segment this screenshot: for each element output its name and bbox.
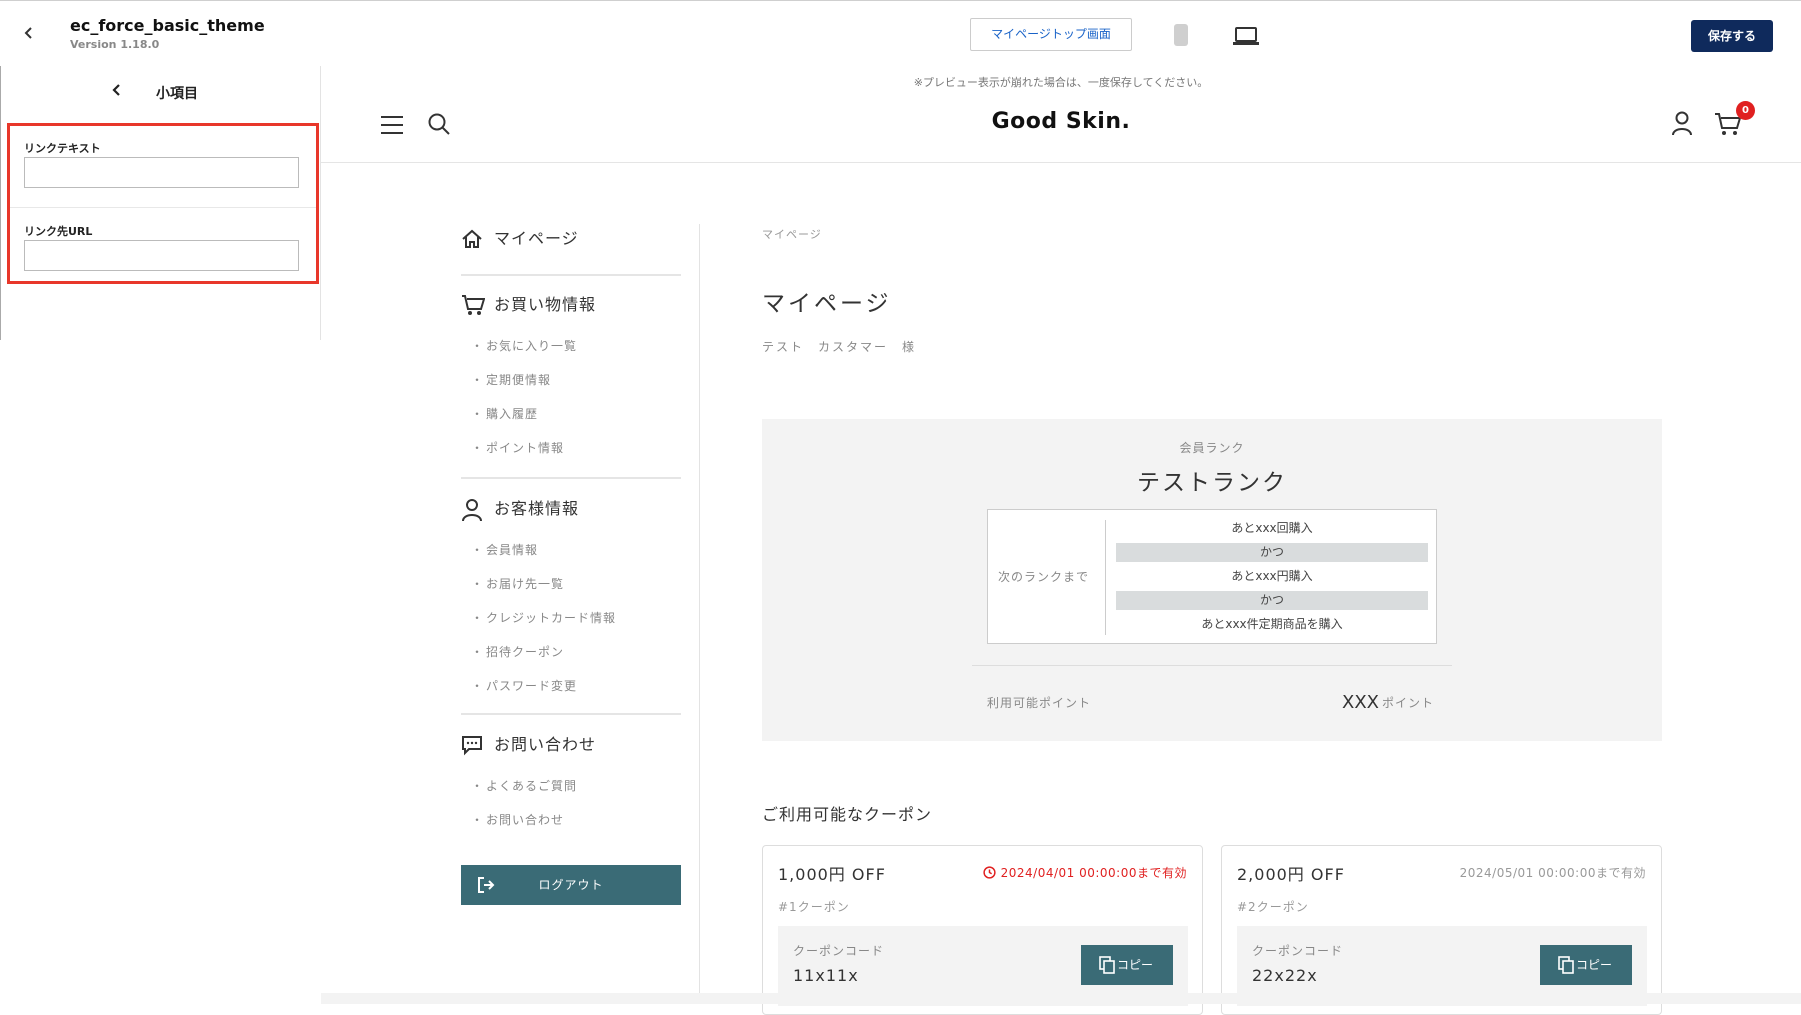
copy-label: コピー (1575, 958, 1612, 972)
person-icon (462, 499, 482, 522)
clock-icon (983, 866, 996, 879)
link-text-input[interactable] (24, 157, 299, 188)
copy-button[interactable]: コピー (1540, 945, 1632, 985)
content-divider (699, 224, 700, 993)
nav-item-order-history[interactable]: 購入履歴 (471, 405, 538, 422)
table-divider (1105, 520, 1106, 635)
coupon-code-label: クーポンコード (1252, 944, 1344, 958)
mobile-preview-icon[interactable] (1174, 24, 1188, 46)
copy-label: コピー (1116, 958, 1153, 972)
nav-divider (461, 713, 681, 715)
preview-notice: ※プレビュー表示が崩れた場合は、一度保存してください。 (913, 76, 1209, 89)
points-label: 利用可能ポイント (987, 696, 1092, 710)
nav-item-credit-card[interactable]: クレジットカード情報 (471, 609, 616, 626)
logout-button[interactable]: ログアウト (461, 865, 681, 905)
nav-item-password[interactable]: パスワード変更 (471, 677, 577, 694)
copy-icon (1558, 956, 1574, 974)
coupon-code: 11x11x (793, 966, 859, 985)
coupon-card: 2,000円 OFF 2024/05/01 00:00:00まで有効 #2クーポ… (1221, 845, 1662, 1015)
page-preview: ※プレビュー表示が崩れた場合は、一度保存してください。 Good Skin. 0… (321, 66, 1801, 1015)
nav-shopping-section: お買い物情報 (461, 290, 681, 320)
link-url-label: リンク先URL (24, 225, 93, 238)
cart-icon (462, 295, 485, 315)
page-title: マイページ (762, 291, 892, 317)
nav-item-invite-coupon[interactable]: 招待クーポン (471, 643, 564, 660)
coupon-number: #1クーポン (778, 900, 850, 914)
editor-topbar: ec_force_basic_theme Version 1.18.0 マイペー… (0, 0, 1801, 66)
rank-condition-and: かつ (1116, 591, 1428, 610)
preview-scroll-area (321, 993, 1801, 1004)
rank-condition: あとxxx円購入 (1231, 569, 1313, 583)
next-rank-label: 次のランクまで (998, 570, 1090, 584)
nav-item-points[interactable]: ポイント情報 (471, 439, 564, 456)
theme-name: ec_force_basic_theme (70, 16, 265, 35)
site-header: Good Skin. 0 (321, 96, 1801, 163)
desktop-preview-icon[interactable] (1233, 26, 1259, 46)
logout-label: ログアウト (538, 878, 604, 892)
member-rank-card: 会員ランク テストランク 次のランクまで あとxxx回購入 かつ あとxxx円購… (762, 419, 1662, 741)
coupon-code-label: クーポンコード (793, 944, 885, 958)
coupon-amount: 1,000円 OFF (778, 865, 886, 884)
back-chevron-icon[interactable] (19, 23, 39, 43)
panel-back-chevron-icon[interactable] (111, 82, 123, 102)
cart-count-badge: 0 (1736, 101, 1755, 120)
link-url-input[interactable] (24, 240, 299, 271)
chat-bubble-icon (462, 736, 482, 756)
rank-divider (972, 665, 1452, 666)
nav-shopping-title: お買い物情報 (494, 295, 597, 314)
panel-empty-area (0, 340, 321, 1004)
save-button[interactable]: 保存する (1691, 20, 1773, 52)
rank-condition: あとxxx回購入 (1231, 521, 1313, 535)
coupon-validity-text: 2024/05/01 00:00:00まで有効 (1459, 866, 1646, 880)
coupon-card: 1,000円 OFF 2024/04/01 00:00:00まで有効 #1クーポ… (762, 845, 1203, 1015)
page-select-button[interactable]: マイページトップ画面 (970, 18, 1132, 51)
coupon-code: 22x22x (1252, 966, 1318, 985)
rank-condition-and: かつ (1116, 543, 1428, 562)
theme-version: Version 1.18.0 (70, 38, 160, 51)
coupons-heading: ご利用可能なクーポン (762, 805, 933, 824)
nav-item-inquiry[interactable]: お問い合わせ (471, 811, 564, 828)
nav-item-subscriptions[interactable]: 定期便情報 (471, 371, 551, 388)
nav-mypage-label: マイページ (494, 229, 579, 248)
rank-label: 会員ランク (1179, 441, 1245, 455)
nav-divider (461, 477, 681, 479)
nav-item-member-info[interactable]: 会員情報 (471, 541, 538, 558)
rank-condition: あとxxx件定期商品を購入 (1201, 617, 1343, 631)
nav-divider (461, 274, 681, 276)
breadcrumb[interactable]: マイページ (762, 226, 822, 242)
settings-panel: 小項目 リンクテキスト リンク先URL (0, 66, 321, 340)
panel-title: 小項目 (156, 86, 198, 102)
nav-item-favorites[interactable]: お気に入り一覧 (471, 337, 577, 354)
nav-customer-title: お客様情報 (494, 499, 580, 518)
nav-customer-section: お客様情報 (461, 494, 681, 524)
points-unit: ポイント (1382, 696, 1435, 710)
rank-name: テストランク (1137, 470, 1287, 496)
coupon-validity: 2024/04/01 00:00:00まで有効 (983, 864, 1187, 881)
points-value: XXX (1342, 692, 1379, 713)
customer-name: テスト カスタマー 様 (762, 340, 917, 354)
user-account-icon[interactable] (1670, 110, 1694, 136)
coupon-amount: 2,000円 OFF (1237, 865, 1345, 884)
nav-item-faq[interactable]: よくあるご質問 (471, 777, 577, 794)
nav-contact-title: お問い合わせ (494, 735, 597, 754)
link-fields-group: リンクテキスト リンク先URL (7, 123, 319, 284)
field-divider (10, 207, 316, 208)
next-rank-table: 次のランクまで あとxxx回購入 かつ あとxxx円購入 かつ あとxxx件定期… (987, 509, 1437, 644)
panel-header: 小項目 (1, 66, 321, 116)
coupon-number: #2クーポン (1237, 900, 1309, 914)
link-text-label: リンクテキスト (24, 142, 101, 155)
site-logo[interactable]: Good Skin. (321, 109, 1801, 134)
copy-button[interactable]: コピー (1081, 945, 1173, 985)
copy-icon (1099, 956, 1115, 974)
home-icon (462, 229, 482, 248)
nav-item-addresses[interactable]: お届け先一覧 (471, 575, 564, 592)
coupon-validity-text: 2024/04/01 00:00:00まで有効 (1000, 866, 1187, 880)
nav-contact-section: お問い合わせ (461, 730, 681, 760)
logout-icon (478, 877, 495, 893)
nav-mypage[interactable]: マイページ (461, 224, 681, 254)
